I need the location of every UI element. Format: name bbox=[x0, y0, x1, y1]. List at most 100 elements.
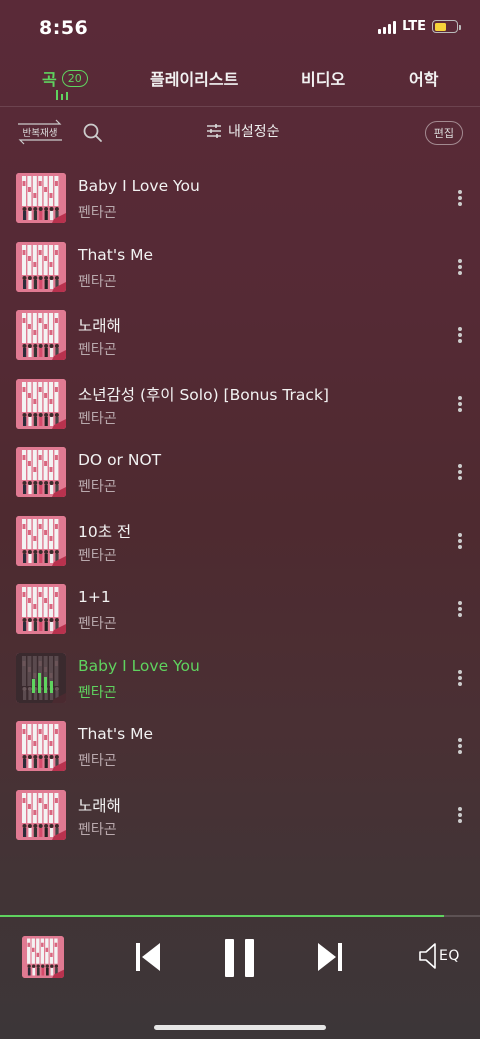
home-indicator[interactable] bbox=[154, 1025, 326, 1030]
song-artist: 펜타곤 bbox=[78, 205, 117, 221]
song-title: DO or NOT bbox=[78, 451, 162, 469]
song-artist: 펜타곤 bbox=[78, 616, 117, 632]
tab-language[interactable]: 어학 bbox=[409, 66, 438, 90]
song-title: Baby I Love You bbox=[78, 177, 200, 195]
album-art bbox=[16, 652, 66, 703]
song-title: That's Me bbox=[78, 725, 154, 743]
more-options-button[interactable] bbox=[454, 257, 466, 277]
song-title: 소년감성 (후이 Solo) [Bonus Track] bbox=[78, 385, 329, 404]
album-art bbox=[16, 310, 66, 360]
now-playing-album-art[interactable] bbox=[22, 936, 64, 978]
repeat-label: 반복재생 bbox=[22, 128, 58, 139]
more-vertical-icon bbox=[458, 327, 462, 331]
library-tabs: 곡 20 플레이리스트 비디오 어학 bbox=[0, 60, 480, 106]
tab-songs[interactable]: 곡 20 bbox=[42, 66, 88, 90]
more-vertical-icon bbox=[458, 806, 462, 811]
song-row[interactable]: That's Me 펜타곤 bbox=[0, 233, 480, 302]
album-art bbox=[16, 378, 66, 429]
album-art-image bbox=[16, 310, 66, 360]
song-artist: 펜타곤 bbox=[78, 547, 117, 564]
signal-icon bbox=[378, 20, 397, 34]
song-row[interactable]: 소년감성 (후이 Solo) [Bonus Track] 펜타곤 bbox=[0, 370, 480, 439]
song-list: Baby I Love You 펜타곤 That's Me 펜타곤 노래해 펜타곤 소년감성… bbox=[0, 164, 480, 849]
more-vertical-icon bbox=[458, 532, 462, 537]
previous-button[interactable] bbox=[134, 941, 162, 977]
album-art-image bbox=[16, 515, 66, 566]
next-button[interactable] bbox=[316, 941, 344, 977]
album-art-image bbox=[16, 378, 66, 429]
skip-previous-icon bbox=[136, 943, 160, 971]
song-row[interactable]: That's Me 펜타곤 bbox=[0, 712, 480, 781]
eq-button[interactable]: EQ bbox=[418, 941, 460, 971]
now-playing-indicator-icon bbox=[56, 90, 68, 100]
album-art bbox=[16, 173, 66, 223]
more-options-button[interactable] bbox=[454, 668, 466, 688]
tabs-divider bbox=[0, 106, 480, 107]
song-row[interactable]: 10초 전 펜타곤 bbox=[0, 507, 480, 576]
song-title: 노래해 bbox=[78, 317, 121, 335]
battery-icon bbox=[432, 20, 461, 33]
tab-songs-label: 곡 bbox=[42, 70, 57, 89]
song-artist: 펜타곤 bbox=[78, 821, 117, 838]
repeat-button[interactable]: 반복재생 bbox=[16, 118, 64, 146]
more-vertical-icon bbox=[458, 395, 462, 400]
song-row[interactable]: DO or NOT 펜타곤 bbox=[0, 438, 480, 507]
more-vertical-icon bbox=[458, 258, 462, 263]
song-artist: 펜타곤 bbox=[78, 684, 117, 701]
album-art bbox=[16, 515, 66, 566]
song-artist: 펜타곤 bbox=[78, 753, 117, 769]
song-title: 1+1 bbox=[78, 588, 111, 606]
more-options-button[interactable] bbox=[454, 325, 466, 345]
search-button[interactable] bbox=[82, 122, 104, 144]
more-options-button[interactable] bbox=[454, 188, 466, 208]
album-art-image bbox=[16, 241, 66, 292]
more-options-button[interactable] bbox=[454, 805, 466, 825]
network-label: LTE bbox=[402, 19, 426, 34]
speaker-icon bbox=[419, 943, 436, 969]
album-art bbox=[16, 789, 66, 840]
song-artist: 펜타곤 bbox=[78, 479, 117, 495]
more-vertical-icon bbox=[458, 669, 462, 674]
song-row[interactable]: 노래해 펜타곤 bbox=[0, 781, 480, 850]
more-options-button[interactable] bbox=[454, 394, 466, 414]
pause-icon bbox=[225, 939, 254, 977]
more-vertical-icon bbox=[458, 738, 462, 742]
eq-label: EQ bbox=[439, 948, 460, 964]
edit-button[interactable]: 편집 bbox=[424, 121, 463, 145]
song-row[interactable]: Baby I Love You 펜타곤 bbox=[0, 644, 480, 713]
album-art-image bbox=[16, 584, 66, 634]
more-options-button[interactable] bbox=[454, 599, 466, 619]
list-toolbar: 반복재생 내설정순 편집 bbox=[0, 116, 480, 150]
more-vertical-icon bbox=[458, 464, 462, 468]
tab-playlists[interactable]: 플레이리스트 bbox=[150, 66, 238, 90]
more-vertical-icon bbox=[458, 601, 462, 605]
album-art bbox=[16, 721, 66, 771]
song-row[interactable]: 노래해펜타곤 bbox=[0, 301, 480, 370]
search-icon bbox=[83, 123, 102, 142]
sliders-icon bbox=[207, 124, 221, 138]
song-artist: 펜타곤 bbox=[78, 410, 117, 427]
more-options-button[interactable] bbox=[454, 736, 466, 756]
album-art-image bbox=[16, 721, 66, 771]
song-artist: 펜타곤 bbox=[78, 273, 117, 290]
more-vertical-icon bbox=[458, 190, 462, 194]
status-time: 8:56 bbox=[39, 17, 89, 39]
sort-label: 내설정순 bbox=[228, 124, 280, 140]
more-options-button[interactable] bbox=[454, 531, 466, 551]
album-art-image bbox=[16, 173, 66, 223]
mini-player: EQ bbox=[0, 918, 480, 998]
pause-button[interactable] bbox=[223, 938, 257, 982]
album-art bbox=[16, 584, 66, 634]
song-row[interactable]: Baby I Love You 펜타곤 bbox=[0, 164, 480, 233]
tab-videos[interactable]: 비디오 bbox=[301, 66, 345, 90]
sort-button[interactable]: 내설정순 bbox=[206, 121, 280, 141]
song-row[interactable]: 1+1 펜타곤 bbox=[0, 575, 480, 644]
album-art-image bbox=[16, 447, 66, 497]
song-count-badge: 20 bbox=[61, 69, 88, 87]
playback-progress[interactable] bbox=[0, 915, 480, 917]
status-bar: 8:56 LTE bbox=[0, 0, 480, 56]
song-title: Baby I Love You bbox=[78, 656, 200, 675]
more-options-button[interactable] bbox=[454, 462, 466, 482]
song-artist: 펜타곤 bbox=[78, 342, 117, 358]
status-indicators: LTE bbox=[378, 19, 461, 34]
